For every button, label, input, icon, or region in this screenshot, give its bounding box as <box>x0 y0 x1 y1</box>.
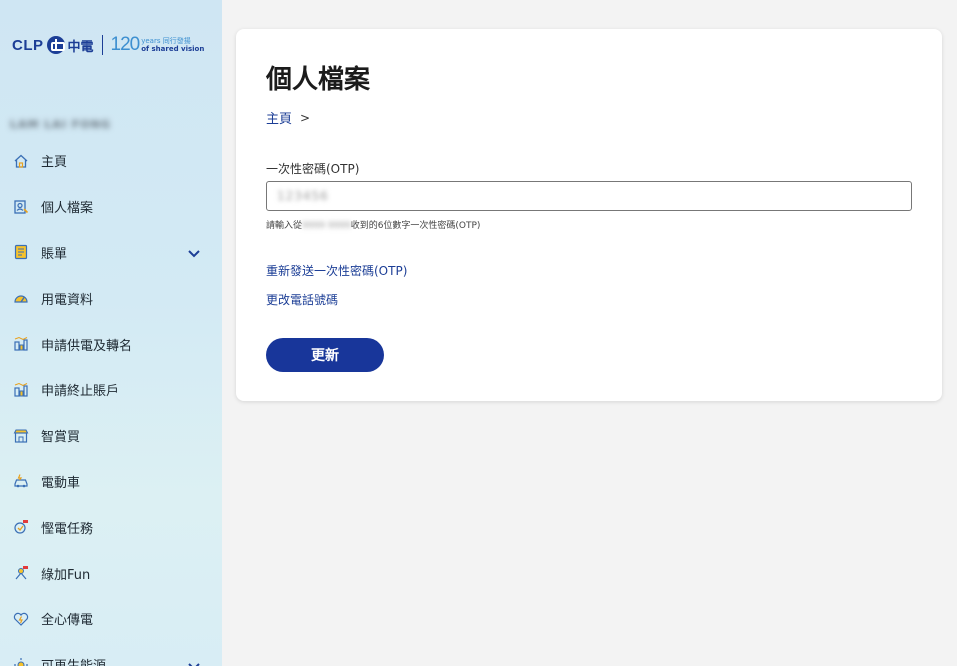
renewable-icon <box>12 656 30 666</box>
otp-hint-prefix: 請輸入從 <box>266 221 303 231</box>
clp-logo[interactable]: CLP 中電 120 years 同行發揚 of shared vision <box>12 34 204 56</box>
sidebar-item-label: 智賞買 <box>41 430 81 446</box>
sidebar-item-label: 綠加Fun <box>41 567 91 583</box>
sidebar-item-apply-supply[interactable]: 申請供電及轉名 <box>0 321 222 367</box>
home-icon <box>12 152 30 170</box>
sidebar-item-label: 慳電任務 <box>41 521 94 537</box>
sidebar-nav: 主頁 個人檔案 賬單 用電資料 申請供電及轉名 申請終止賬戶 智賞買 電動車 慳… <box>0 138 222 666</box>
sidebar-item-label: 申請終止賬戶 <box>41 384 120 400</box>
sidebar-item-label: 電動車 <box>41 475 81 491</box>
shop-icon <box>12 427 30 445</box>
logo-years-text: years 同行發揚 <box>141 37 191 45</box>
mission-icon <box>12 518 30 536</box>
sidebar-item-label: 全心傳電 <box>41 613 94 629</box>
profile-card: 個人檔案 主頁 > 一次性密碼(OTP) 123456 請輸入從9999 999… <box>236 29 942 401</box>
otp-hint-suffix: 收到的6位數字一次性密碼(OTP) <box>350 221 481 231</box>
bill-icon <box>12 243 30 261</box>
breadcrumb-separator: > <box>300 110 311 125</box>
sidebar-item-home[interactable]: 主頁 <box>0 138 222 184</box>
logo-120-text: 120 <box>110 34 141 55</box>
sidebar-item-ev[interactable]: 電動車 <box>0 459 222 505</box>
chevron-down-icon[interactable] <box>188 243 200 262</box>
sidebar-item-green-fun[interactable]: 綠加Fun <box>0 550 222 596</box>
building-chart-icon <box>12 335 30 353</box>
sidebar-item-profile[interactable]: 個人檔案 <box>0 184 222 230</box>
otp-label: 一次性密碼(OTP) <box>266 162 360 176</box>
otp-input-value: 123456 <box>277 189 329 203</box>
heart-icon <box>12 610 30 628</box>
breadcrumb-home-link[interactable]: 主頁 <box>266 108 292 127</box>
otp-input[interactable]: 123456 <box>266 181 912 211</box>
chevron-down-icon[interactable] <box>188 655 200 666</box>
profile-icon <box>12 198 30 216</box>
change-phone-link[interactable]: 更改電話號碼 <box>266 291 338 308</box>
sidebar: CLP 中電 120 years 同行發揚 of shared vision L… <box>0 0 222 666</box>
clp-emblem-icon <box>46 36 65 54</box>
update-button[interactable]: 更新 <box>266 338 384 372</box>
green-fun-icon <box>12 564 30 582</box>
sidebar-item-label: 可再生能源 <box>41 655 106 666</box>
gauge-icon <box>12 289 30 307</box>
sidebar-item-label: 申請供電及轉名 <box>41 338 133 354</box>
page-title: 個人檔案 <box>266 65 371 95</box>
ev-icon <box>12 472 30 490</box>
otp-hint-masked-phone: 9999 9999 <box>302 221 351 231</box>
logo-zh-text: 中電 <box>67 39 94 55</box>
sidebar-item-energy-mission[interactable]: 慳電任務 <box>0 504 222 550</box>
sidebar-item-label: 賬單 <box>41 246 68 262</box>
sidebar-item-label: 個人檔案 <box>41 201 94 217</box>
sidebar-item-bill[interactable]: 賬單 <box>0 230 222 276</box>
sidebar-item-usage[interactable]: 用電資料 <box>0 275 222 321</box>
logo-clp-text: CLP <box>12 36 44 54</box>
logo-tagline-text: of shared vision <box>141 45 205 53</box>
sidebar-item-label: 用電資料 <box>41 292 94 308</box>
sidebar-item-power-of-love[interactable]: 全心傳電 <box>0 596 222 642</box>
sidebar-item-label: 主頁 <box>41 155 68 171</box>
breadcrumb: 主頁 > <box>266 108 311 128</box>
sidebar-item-terminate-account[interactable]: 申請終止賬戶 <box>0 367 222 413</box>
sidebar-item-renewable-energy[interactable]: 可再生能源 <box>0 642 222 666</box>
sidebar-item-smart-buy[interactable]: 智賞買 <box>0 413 222 459</box>
user-name: LAM LAI FONG <box>10 118 111 131</box>
logo-tagline: years 同行發揚 of shared vision <box>141 37 204 53</box>
otp-hint: 請輸入從9999 9999收到的6位數字一次性密碼(OTP) <box>266 218 480 231</box>
logo-divider <box>101 35 103 55</box>
building-chart-icon <box>12 381 30 399</box>
resend-otp-link[interactable]: 重新發送一次性密碼(OTP) <box>266 262 407 279</box>
